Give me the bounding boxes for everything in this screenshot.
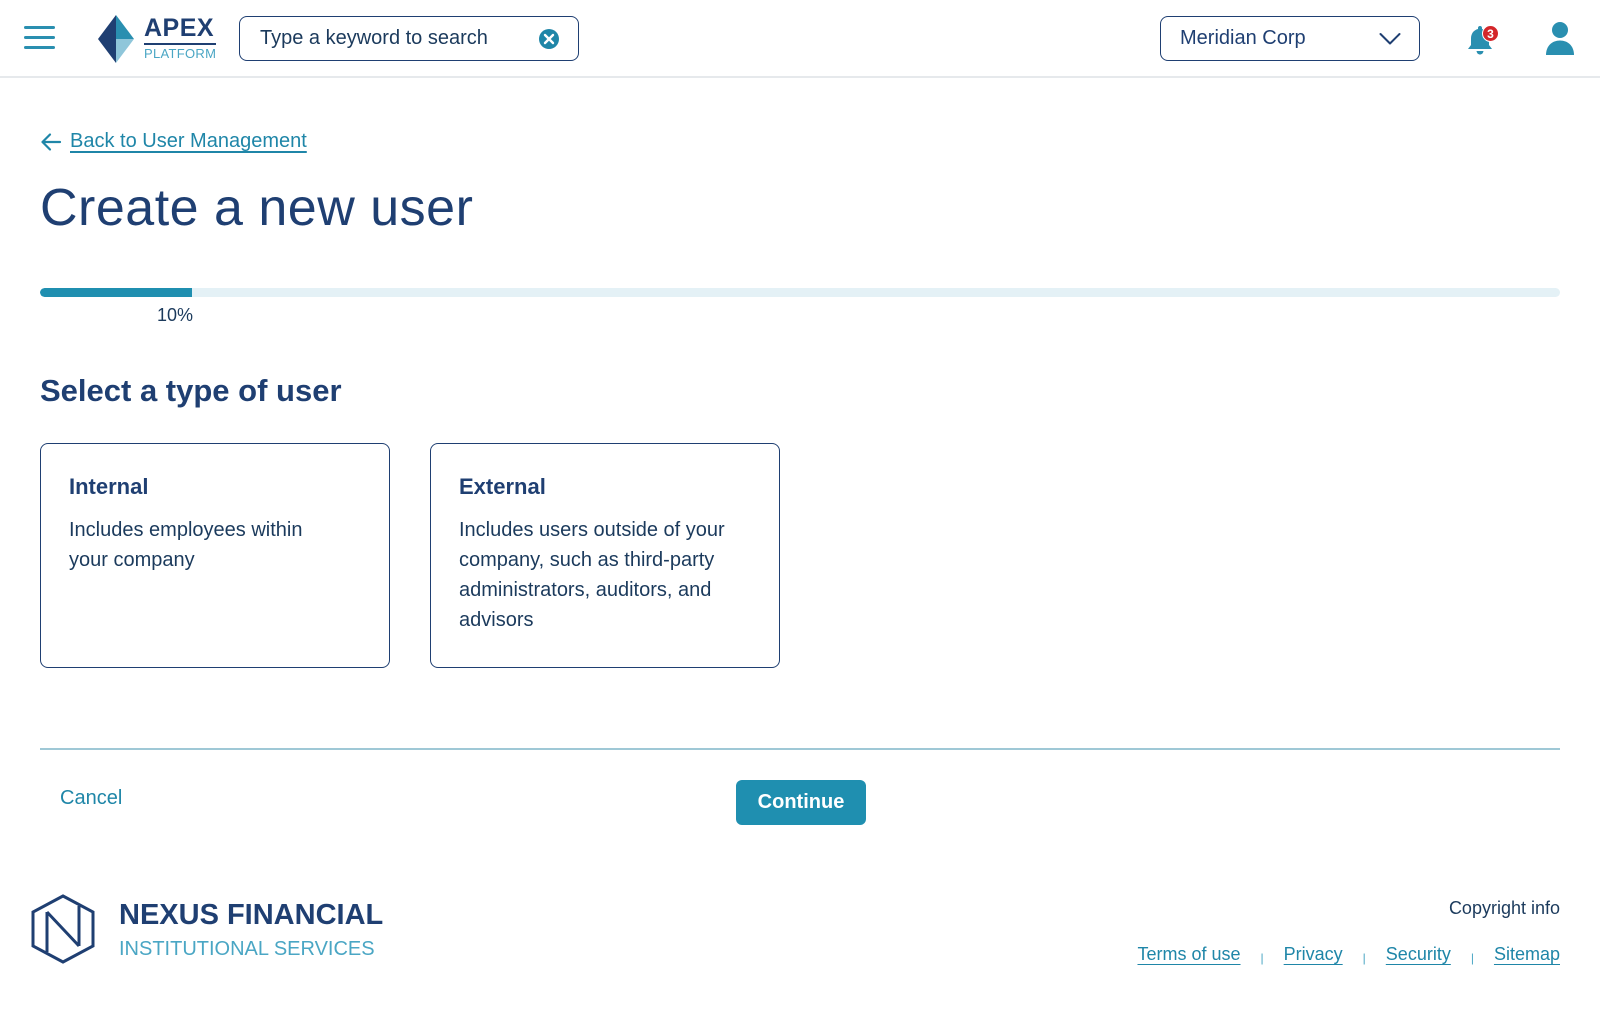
footer-link-terms[interactable]: Terms of use: [1137, 944, 1240, 965]
apex-logo[interactable]: APEX PLATFORM: [98, 14, 228, 64]
logo-subtitle: PLATFORM: [144, 45, 217, 61]
user-type-description: Includes users outside of your company, …: [459, 519, 725, 631]
hexagon-n-logo-icon: [31, 894, 95, 964]
notification-count-badge: 3: [1482, 25, 1499, 42]
footer-link-privacy[interactable]: Privacy: [1284, 944, 1343, 965]
footer-link-separator: |: [1470, 950, 1474, 965]
continue-button[interactable]: Continue: [736, 780, 866, 825]
search-input[interactable]: [260, 27, 530, 50]
organization-select[interactable]: Meridian Corp: [1160, 16, 1420, 61]
progress-bar: [40, 288, 1560, 297]
footer-links: Terms of use | Privacy | Security | Site…: [1137, 944, 1560, 965]
apex-diamond-icon: [98, 15, 134, 63]
footer-link-security[interactable]: Security: [1386, 944, 1451, 965]
search-box: [239, 16, 579, 61]
logo-name: APEX: [144, 14, 215, 42]
user-type-description: Includes employees within your company: [69, 519, 303, 571]
top-header: APEX PLATFORM Meridian Corp 3: [0, 0, 1600, 78]
user-type-card-internal[interactable]: Internal Includes employees within your …: [40, 443, 390, 668]
page-title: Create a new user: [40, 179, 474, 237]
chevron-down-icon: [1379, 33, 1401, 45]
footer-brand-subtitle: INSTITUTIONAL SERVICES: [119, 938, 375, 960]
clear-circle-icon[interactable]: [538, 28, 560, 50]
footer-brand: NEXUS FINANCIAL INSTITUTIONAL SERVICES: [119, 898, 383, 964]
footer-link-separator: |: [1362, 950, 1366, 965]
user-type-title: Internal: [69, 474, 149, 499]
organization-selected-value: Meridian Corp: [1180, 27, 1306, 49]
copyright-text: Copyright info: [1448, 898, 1560, 918]
section-title: Select a type of user: [40, 373, 342, 408]
notifications-button[interactable]: 3: [1466, 24, 1500, 56]
cancel-button[interactable]: Cancel: [60, 787, 122, 810]
footer-brand-name: NEXUS FINANCIAL: [119, 899, 384, 931]
progress-label: 10%: [157, 305, 194, 325]
user-icon[interactable]: [1545, 21, 1575, 55]
footer-link-sitemap[interactable]: Sitemap: [1494, 944, 1560, 965]
user-type-card-external[interactable]: External Includes users outside of your …: [430, 443, 780, 668]
progress-bar-fill: [40, 288, 192, 297]
hamburger-menu-icon[interactable]: [24, 26, 56, 50]
back-to-user-management-link[interactable]: Back to User Management: [40, 130, 307, 153]
section-divider: [40, 748, 1560, 750]
arrow-left-icon: [41, 132, 62, 151]
user-type-title: External: [459, 474, 546, 499]
footer-link-separator: |: [1260, 950, 1264, 965]
back-link-label[interactable]: Back to User Management: [70, 130, 307, 153]
